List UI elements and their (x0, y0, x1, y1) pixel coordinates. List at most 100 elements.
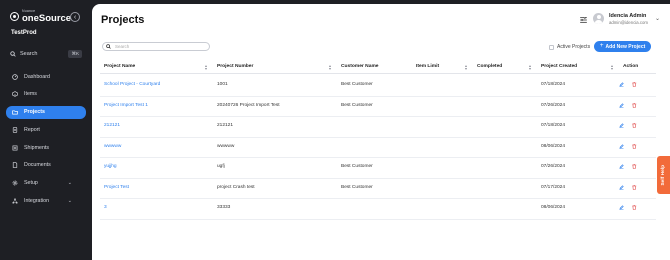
project-name-link[interactable]: 212121 (104, 123, 120, 128)
project-name-link[interactable]: yujjhg (104, 164, 117, 169)
active-projects-label: Active Projects (557, 44, 591, 50)
sidebar-item-integration[interactable]: Integration ⌄ (6, 195, 86, 208)
project-created: 08/06/2024 (541, 205, 566, 210)
list-settings-icon[interactable] (580, 17, 587, 23)
trash-icon[interactable] (632, 164, 637, 169)
chevron-down-icon: ⌄ (67, 198, 72, 205)
sidebar-item-label: Setup (24, 180, 38, 187)
project-number: ugfj (217, 164, 225, 169)
table-row: 212121 212121 07/18/2024 (100, 116, 656, 138)
user-name[interactable]: Idencia Admin (609, 13, 646, 19)
column-project-number[interactable]: Project Number (217, 64, 253, 69)
sort-icon[interactable] (329, 65, 332, 71)
sidebar-item-shipments[interactable]: Shipments (6, 141, 86, 154)
project-created: 07/26/2024 (541, 102, 566, 108)
edit-icon[interactable] (619, 82, 624, 87)
trash-icon[interactable] (632, 82, 637, 87)
sidebar-search[interactable]: Search ⌘K (10, 49, 82, 59)
projects-icon (12, 110, 18, 115)
brand-logo[interactable]: Nuance oneSource (10, 9, 71, 23)
org-name: TestProd (11, 30, 37, 36)
sidebar-search-label: Search (20, 51, 38, 57)
edit-icon[interactable] (619, 123, 624, 128)
search-input[interactable] (115, 44, 195, 49)
logo-icon (10, 12, 19, 21)
edit-icon[interactable] (619, 143, 624, 149)
sidebar-item-dashboard[interactable]: Dashboard (6, 70, 86, 83)
column-completed[interactable]: Completed (477, 64, 502, 69)
table-row: yujjhg ugfj Best Customer 07/26/2024 (100, 157, 656, 179)
sidebar-item-label: Projects (24, 109, 45, 116)
table-row: Project Test project Crash test Best Cus… (100, 178, 656, 199)
customer-name: Best Customer (341, 102, 373, 108)
avatar[interactable] (593, 13, 604, 24)
customer-name: Best Customer (341, 164, 373, 169)
sidebar-item-label: Dashboard (24, 73, 50, 80)
table-header: Project Name Project Number Customer Nam… (100, 62, 656, 74)
trash-icon[interactable] (632, 143, 637, 149)
project-name-link[interactable]: Project Test (104, 185, 129, 190)
user-email: admin@idencia.com (609, 20, 648, 25)
self-help-label: Self Help (661, 164, 666, 186)
sort-icon[interactable] (529, 65, 532, 71)
search-icon (10, 51, 16, 57)
active-projects-checkbox[interactable] (549, 44, 554, 50)
collapse-sidebar-button[interactable]: ‹ (70, 12, 80, 22)
column-item-limit[interactable]: Item Limit (416, 64, 439, 69)
edit-icon[interactable] (619, 205, 624, 210)
edit-icon[interactable] (619, 184, 624, 190)
sidebar-item-report[interactable]: Report (6, 123, 86, 136)
column-customer-name: Customer Name (341, 64, 379, 69)
column-project-created[interactable]: Project Created (541, 64, 577, 69)
project-created: 07/17/2024 (541, 184, 566, 190)
plus-icon: + (599, 42, 604, 50)
search-shortcut: ⌘K (68, 50, 82, 58)
sidebar-item-projects[interactable]: Projects (6, 105, 86, 119)
table-row: 3 33333 08/06/2024 (100, 198, 656, 220)
sidebar: Nuance oneSource ‹ TestProd Search ⌘K Da… (0, 0, 92, 260)
edit-icon[interactable] (619, 102, 624, 108)
project-name-link[interactable]: wwwww (104, 144, 121, 149)
shipments-icon (12, 145, 18, 151)
table-row: wwwww wwwww 08/06/2024 (100, 137, 656, 158)
sidebar-item-documents[interactable]: Documents (6, 159, 86, 172)
project-name-link[interactable]: School Project - Courtyard (104, 82, 160, 87)
sidebar-item-label: Report (24, 126, 40, 133)
project-number: 1001 (217, 82, 228, 87)
sort-icon[interactable] (465, 65, 468, 71)
trash-icon[interactable] (632, 123, 637, 128)
column-action: Action (623, 64, 639, 69)
trash-icon[interactable] (632, 184, 637, 190)
chevron-down-icon[interactable]: ⌄ (655, 15, 660, 22)
sidebar-item-items[interactable]: Items (6, 88, 86, 101)
sort-icon[interactable] (205, 65, 208, 71)
table-row: School Project - Courtyard 1001 Best Cus… (100, 75, 656, 97)
project-number: wwwww (217, 143, 235, 149)
customer-name: Best Customer (341, 82, 373, 87)
project-created: 08/06/2024 (541, 143, 566, 149)
integration-icon (12, 198, 18, 204)
edit-icon[interactable] (619, 164, 624, 169)
sidebar-item-setup[interactable]: Setup ⌄ (6, 177, 86, 190)
main-panel: Projects Idencia Admin admin@idencia.com… (92, 4, 670, 260)
project-created: 07/18/2024 (541, 123, 566, 128)
project-number: project Crash test (217, 184, 255, 190)
trash-icon[interactable] (632, 205, 637, 210)
column-project-name[interactable]: Project Name (104, 64, 135, 69)
add-new-project-button[interactable]: + Add New Project (594, 41, 651, 52)
report-icon (12, 127, 18, 133)
project-search[interactable] (102, 42, 210, 51)
sidebar-item-label: Items (24, 91, 37, 98)
project-name-link[interactable]: Project Import Test 1 (104, 103, 148, 108)
sort-icon[interactable] (611, 65, 614, 71)
self-help-tab[interactable]: Self Help (657, 156, 670, 194)
documents-icon (12, 162, 18, 169)
project-number: 20240726 Project Import Test (217, 102, 280, 108)
sidebar-item-label: Integration (24, 198, 50, 205)
project-name-link[interactable]: 3 (104, 205, 107, 210)
gear-icon (12, 180, 18, 186)
active-projects-filter[interactable]: Active Projects (549, 44, 590, 50)
trash-icon[interactable] (632, 102, 637, 108)
project-number: 33333 (217, 205, 231, 210)
items-icon (12, 91, 18, 98)
